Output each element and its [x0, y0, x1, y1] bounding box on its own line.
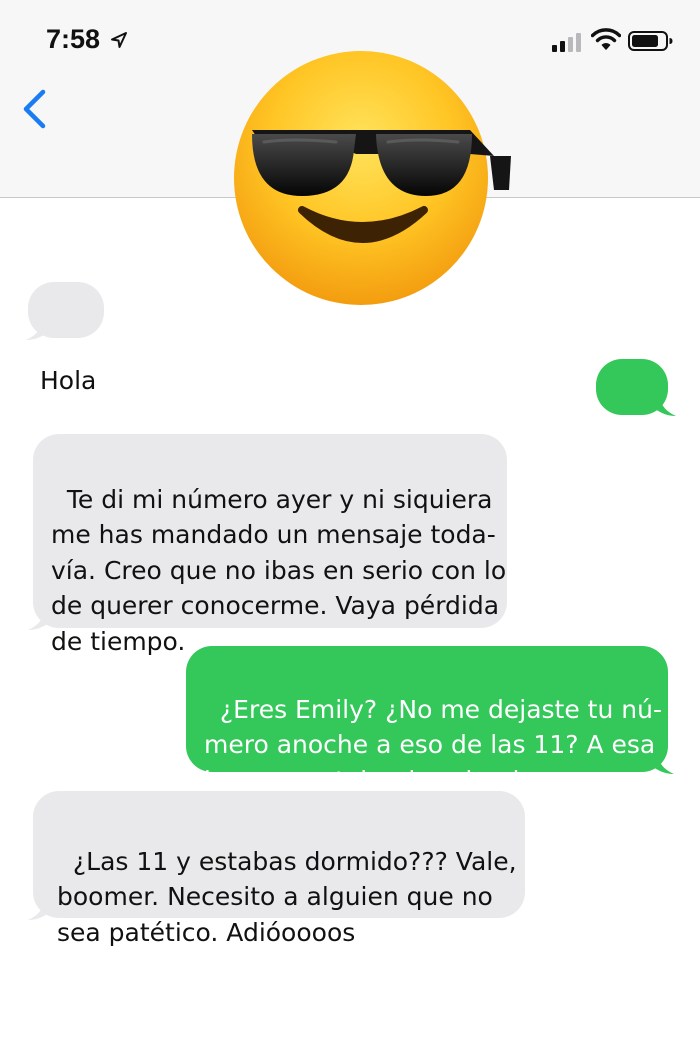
bubble-tail [652, 756, 674, 774]
bubble-tail [28, 612, 50, 630]
wifi-icon [591, 28, 621, 50]
message-bubble-incoming[interactable]: Te di mi número ayer y ni siquiera me ha… [33, 434, 507, 656]
glasses-arm [490, 156, 511, 190]
signal-bars-icon [552, 33, 581, 52]
bubble-tail [26, 322, 48, 340]
bubble-tail [28, 902, 50, 920]
bubble-tail [654, 398, 676, 416]
sunglasses-emoji-avatar[interactable] [232, 50, 512, 308]
message-text: ¿Las 11 y estabas dormido??? Vale, boome… [57, 846, 517, 947]
message-text: Hola [40, 366, 97, 395]
chevron-left-icon[interactable] [16, 86, 52, 132]
message-bubble-incoming[interactable]: ¿Las 11 y estabas dormido??? Vale, boome… [33, 791, 525, 947]
status-time: 7:58 [46, 24, 101, 54]
battery-icon [628, 31, 673, 51]
message-text: ¿Eres Emily? ¿No me dejaste tu nú- mero … [204, 694, 662, 795]
location-arrow-icon [111, 32, 127, 48]
message-text: Hola [601, 443, 658, 472]
message-bubble-outgoing[interactable]: ¿Eres Emily? ¿No me dejaste tu nú- mero … [186, 646, 668, 795]
message-text: Te di mi número ayer y ni siquiera me ha… [51, 484, 507, 656]
